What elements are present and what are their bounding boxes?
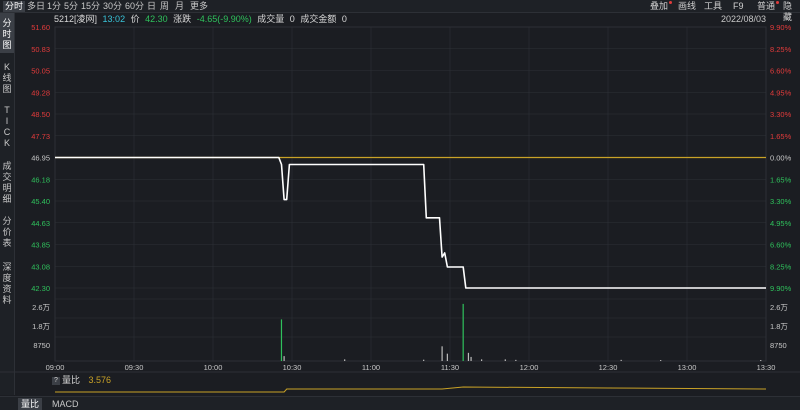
volume-bar	[760, 360, 762, 361]
price-tick-label: 45.40	[31, 197, 50, 206]
time-tick-label: 11:00	[362, 363, 380, 372]
volume-bar	[504, 359, 506, 361]
volume-bar	[467, 352, 470, 361]
volume-ratio-label: 量比	[62, 375, 81, 385]
volume-bar	[620, 359, 622, 361]
time-tick-label: 10:00	[204, 363, 223, 372]
percent-tick-label: 3.30%	[770, 197, 792, 206]
volume-tick-label: 2.6万	[32, 303, 50, 312]
chart-frame	[54, 26, 767, 362]
volume-ratio-strip	[0, 371, 800, 393]
volume-tick-label-right: 8750	[770, 341, 787, 350]
volume-ratio-row: ? 量比 3.576	[52, 375, 111, 386]
time-tick-label: 09:00	[46, 363, 65, 372]
price-tick-label: 48.50	[31, 110, 50, 119]
volume-bar	[280, 319, 283, 361]
volume-bar	[283, 356, 285, 361]
percent-tick-label: 4.95%	[770, 219, 792, 228]
time-tick-label: 13:30	[757, 363, 776, 372]
volume-bars	[280, 303, 762, 361]
tab-macd[interactable]: MACD	[49, 398, 82, 410]
price-tick-label: 42.30	[31, 284, 50, 293]
volume-axis: 2.6万 2.6万 1.8万 1.8万 8750 8750	[32, 303, 788, 350]
price-tick-label: 47.73	[31, 132, 50, 141]
percent-tick-label: 1.65%	[770, 175, 792, 184]
percent-axis: 9.90% 8.25% 6.60% 4.95% 3.30% 1.65% 0.00% 1.65%…	[770, 23, 792, 293]
price-tick-label: 43.85	[31, 241, 50, 250]
time-tick-label: 09:30	[125, 363, 144, 372]
question-icon[interactable]: ?	[52, 376, 60, 385]
percent-tick-label: 9.90%	[770, 284, 792, 293]
time-tick-label: 11:30	[441, 363, 459, 372]
volume-tick-label: 8750	[33, 341, 50, 350]
price-tick-label: 50.83	[31, 45, 50, 54]
time-tick-label: 13:00	[678, 363, 697, 372]
price-axis: 51.60 50.83 50.05 49.28 48.50 47.73 46.95 46.18…	[31, 23, 50, 293]
volume-bar	[660, 360, 662, 361]
volume-tick-label-right: 1.8万	[770, 322, 788, 331]
volume-bar	[423, 359, 425, 361]
volume-tick-label-right: 2.6万	[770, 303, 788, 312]
time-tick-label: 12:30	[599, 363, 618, 372]
percent-tick-label: 0.00%	[770, 154, 792, 163]
time-tick-label: 12:00	[520, 363, 539, 372]
time-tick-label: 10:30	[283, 363, 302, 372]
volume-bar	[344, 359, 346, 361]
timeshare-chart[interactable]: 51.60 50.83 50.05 49.28 48.50 47.73 46.95 46.18…	[0, 0, 800, 396]
volume-tick-label: 1.8万	[32, 322, 50, 331]
chart-grid	[54, 26, 767, 362]
percent-tick-label: 4.95%	[770, 88, 792, 97]
price-tick-label: 46.18	[31, 175, 50, 184]
volume-bar	[446, 353, 448, 361]
volume-bar	[481, 359, 483, 361]
percent-tick-label: 6.60%	[770, 241, 792, 250]
price-tick-label: 44.63	[31, 219, 50, 228]
volume-bar	[470, 356, 472, 361]
volume-ratio-line	[55, 386, 767, 393]
volume-bar	[462, 303, 464, 361]
volume-bar	[515, 359, 517, 361]
indicator-tab-bar: 量比 MACD	[0, 396, 800, 410]
volume-bar	[441, 346, 443, 361]
price-tick-label: 43.08	[31, 262, 50, 271]
percent-tick-label: 1.65%	[770, 132, 792, 141]
price-tick-label: 49.28	[31, 88, 50, 97]
percent-tick-label: 9.90%	[770, 23, 792, 32]
time-axis: 09:00 09:30 10:00 10:30 11:00 11:30 12:00 12:30…	[46, 363, 776, 372]
percent-tick-label: 8.25%	[770, 262, 792, 271]
tab-volume-ratio[interactable]: 量比	[18, 398, 43, 410]
volume-ratio-value: 3.576	[88, 375, 112, 385]
price-tick-label: 46.95	[31, 154, 50, 163]
price-tick-label: 50.05	[31, 67, 50, 76]
percent-tick-label: 8.25%	[770, 45, 792, 54]
price-tick-label: 51.60	[31, 23, 50, 32]
percent-tick-label: 6.60%	[770, 67, 792, 76]
percent-tick-label: 3.30%	[770, 110, 792, 119]
